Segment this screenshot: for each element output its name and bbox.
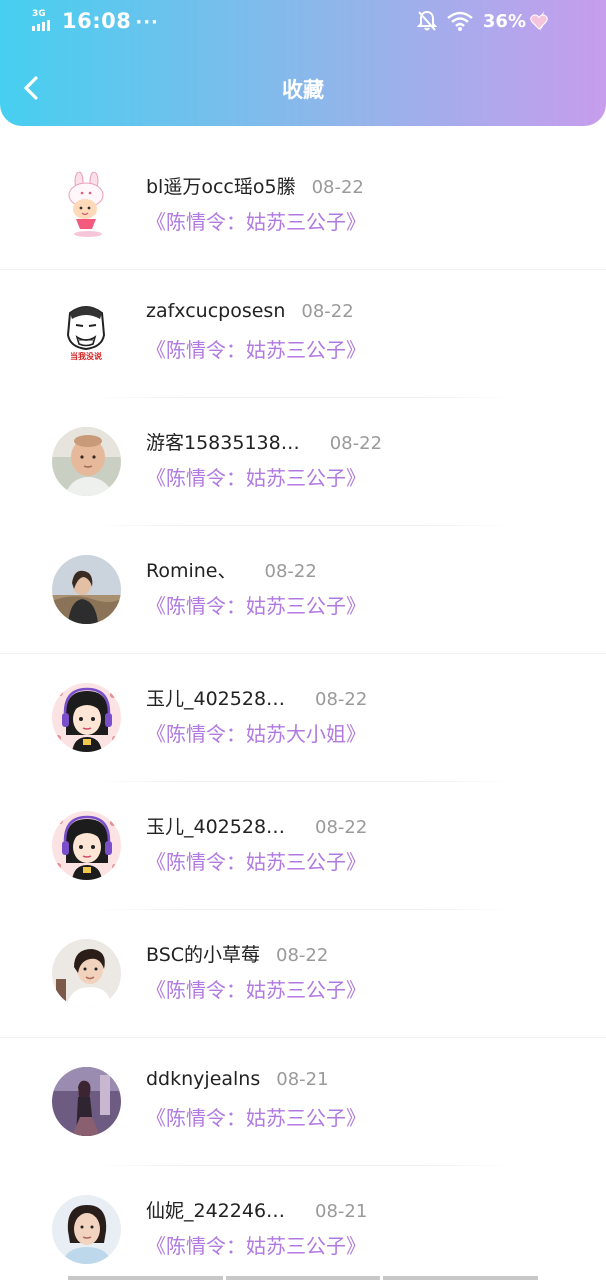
date-label: 08-22 bbox=[301, 301, 354, 322]
date-label: 08-22 bbox=[276, 945, 329, 966]
work-title-link[interactable]: 《陈情令：姑苏三公子》 bbox=[146, 462, 366, 491]
work-title-link[interactable]: 《陈情令：姑苏三公子》 bbox=[146, 1102, 366, 1131]
date-label: 08-22 bbox=[315, 689, 368, 710]
username: zafxcucposesn bbox=[146, 300, 286, 322]
username: 玉儿_402528… bbox=[146, 688, 286, 710]
avatar[interactable] bbox=[52, 1195, 121, 1264]
username: 游客15835138… bbox=[146, 432, 300, 454]
nav-bar: 收藏 bbox=[0, 58, 606, 120]
work-title-link[interactable]: 《陈情令：姑苏三公子》 bbox=[146, 206, 366, 235]
wifi-icon bbox=[447, 11, 473, 31]
avatar[interactable]: 当我没说 bbox=[52, 299, 121, 368]
username: 玉儿_402528… bbox=[146, 816, 286, 838]
date-label: 08-22 bbox=[329, 433, 383, 454]
work-title-link[interactable]: 《陈情令：姑苏三公子》 bbox=[146, 334, 366, 363]
signal-icon: 3G bbox=[32, 9, 54, 33]
list-item[interactable]: 游客15835138… 08-22 《陈情令：姑苏三公子》 bbox=[0, 398, 606, 526]
username: Romine、 bbox=[146, 560, 237, 582]
bottom-scroll-indicator bbox=[68, 1276, 539, 1280]
header-background: 3G 16:08 ··· 36% 收藏 bbox=[0, 0, 606, 126]
list-item[interactable]: 玉儿_402528… 08-22 《陈情令：姑苏大小姐》 bbox=[0, 654, 606, 782]
list-item[interactable]: 仙妮_242246… 08-21 《陈情令：姑苏三公子》 bbox=[0, 1166, 606, 1280]
work-title-link[interactable]: 《陈情令：姑苏三公子》 bbox=[146, 590, 366, 619]
date-label: 08-21 bbox=[276, 1069, 329, 1090]
avatar[interactable] bbox=[52, 427, 121, 496]
work-title-link[interactable]: 《陈情令：姑苏大小姐》 bbox=[146, 718, 366, 747]
date-label: 08-22 bbox=[264, 561, 317, 582]
username: bl遥万occ瑶o5縢 bbox=[146, 176, 296, 198]
avatar[interactable] bbox=[52, 683, 121, 752]
avatar[interactable] bbox=[52, 171, 121, 240]
list-item[interactable]: 玉儿_402528… 08-22 《陈情令：姑苏三公子》 bbox=[0, 782, 606, 910]
work-title-link[interactable]: 《陈情令：姑苏三公子》 bbox=[146, 846, 366, 875]
username: ddknyjealns bbox=[146, 1068, 261, 1090]
list-item[interactable]: 当我没说 zafxcucposesn 08-22 《陈情令：姑苏三公子》 bbox=[0, 270, 606, 398]
battery-percent: 36% bbox=[482, 10, 526, 32]
mute-bell-icon bbox=[416, 10, 437, 31]
username: BSC的小草莓 bbox=[146, 944, 261, 966]
list-item[interactable]: bl遥万occ瑶o5縢 08-22 《陈情令：姑苏三公子》 bbox=[0, 142, 606, 270]
page-title: 收藏 bbox=[282, 78, 324, 102]
svg-text:当我没说: 当我没说 bbox=[70, 351, 102, 361]
username: 仙妮_242246… bbox=[146, 1200, 286, 1222]
avatar[interactable] bbox=[52, 939, 121, 1008]
avatar[interactable] bbox=[52, 811, 121, 880]
work-title-link[interactable]: 《陈情令：姑苏三公子》 bbox=[146, 974, 366, 1003]
list-item[interactable]: ddknyjealns 08-21 《陈情令：姑苏三公子》 bbox=[0, 1038, 606, 1166]
date-label: 08-21 bbox=[315, 1201, 368, 1222]
status-bar: 3G 16:08 ··· 36% bbox=[0, 0, 606, 46]
status-more-dots: ··· bbox=[135, 12, 159, 33]
date-label: 08-22 bbox=[311, 177, 364, 198]
heart-icon bbox=[530, 14, 548, 30]
work-title-link[interactable]: 《陈情令：姑苏三公子》 bbox=[146, 1230, 366, 1259]
list-item[interactable]: Romine、 08-22 《陈情令：姑苏三公子》 bbox=[0, 526, 606, 654]
favorites-list: bl遥万occ瑶o5縢 08-22 《陈情令：姑苏三公子》 当我没说 zafxc… bbox=[0, 142, 606, 1280]
avatar[interactable] bbox=[52, 1067, 121, 1136]
date-label: 08-22 bbox=[315, 817, 368, 838]
avatar[interactable] bbox=[52, 555, 121, 624]
status-time: 16:08 bbox=[62, 9, 132, 33]
list-item[interactable]: BSC的小草莓 08-22 《陈情令：姑苏三公子》 bbox=[0, 910, 606, 1038]
